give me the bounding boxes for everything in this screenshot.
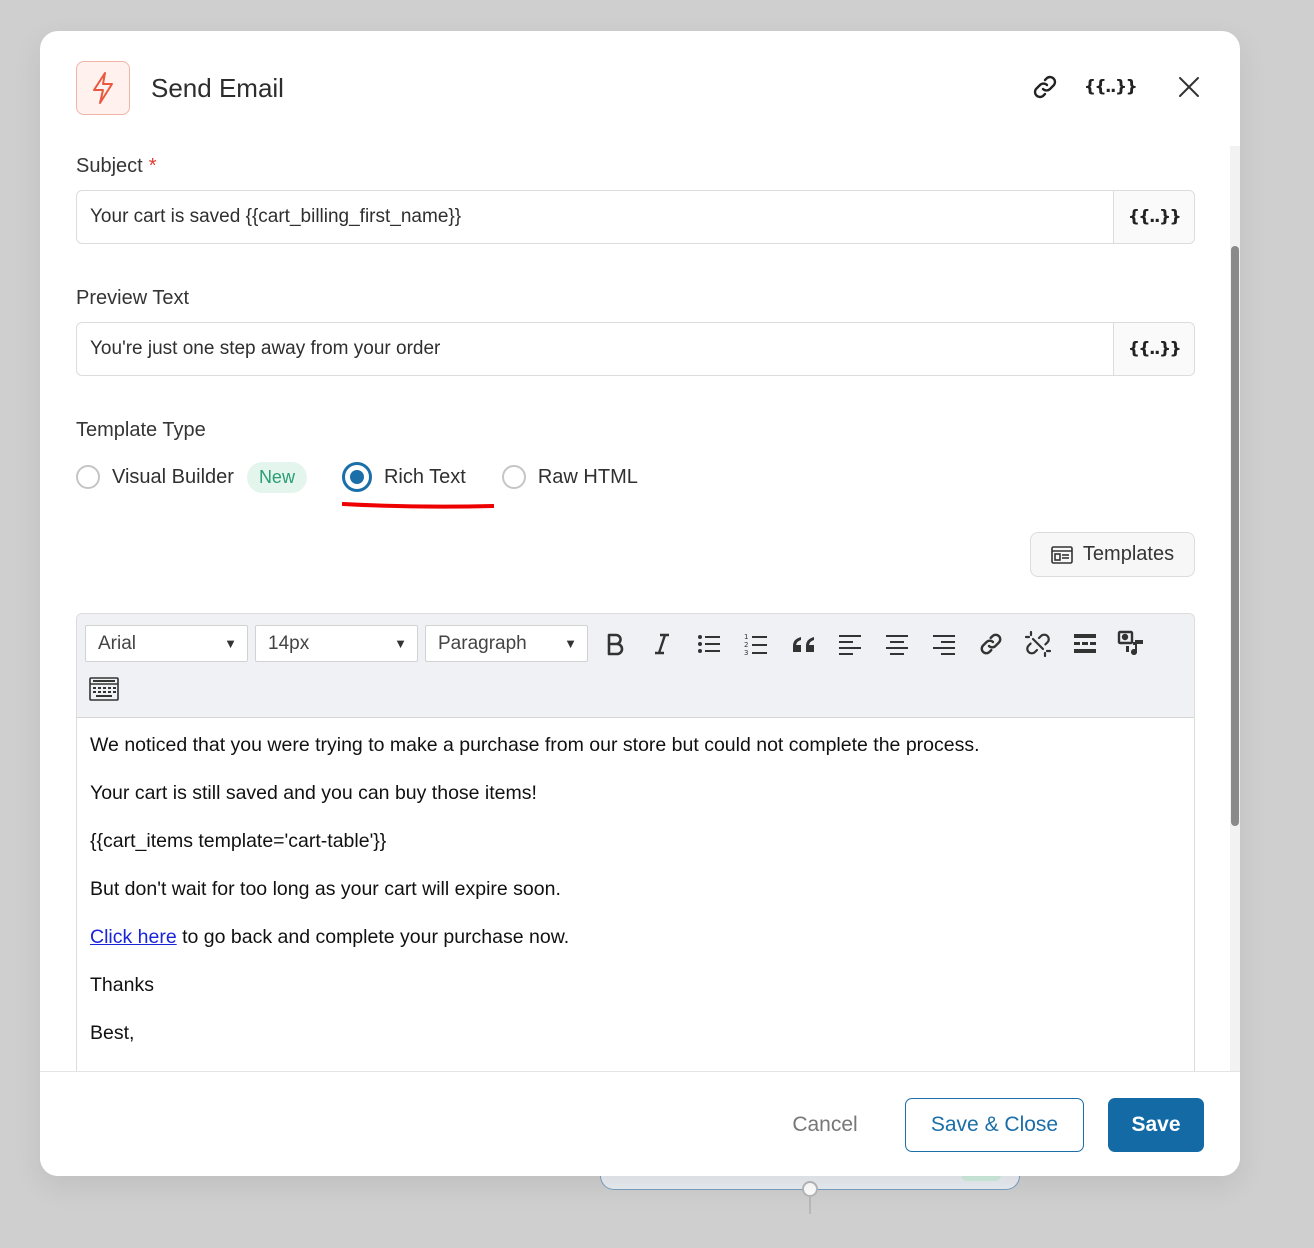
keyboard-icon xyxy=(89,677,119,701)
body-line: Thanks xyxy=(90,974,154,996)
save-and-close-button[interactable]: Save & Close xyxy=(905,1098,1084,1152)
merge-tags-icon[interactable]: {{..}} xyxy=(1084,69,1138,105)
caret-down-icon: ▼ xyxy=(394,636,407,651)
caret-down-icon: ▼ xyxy=(564,636,577,651)
raw-html-label[interactable]: Raw HTML xyxy=(538,466,638,489)
required-marker: * xyxy=(148,155,157,177)
click-here-link[interactable]: Click here xyxy=(90,926,177,948)
source-code-button[interactable] xyxy=(85,670,123,708)
link-icon[interactable] xyxy=(1027,69,1063,105)
blockquote-button[interactable] xyxy=(784,625,822,663)
send-email-modal: Send Email {{..}} Subject * Your cart is … xyxy=(40,31,1240,1176)
templates-button-label: Templates xyxy=(1082,543,1175,565)
font-family-select[interactable]: Arial ▼ xyxy=(85,625,248,662)
subject-label: Subject * xyxy=(76,155,157,178)
bullet-list-button[interactable] xyxy=(690,625,728,663)
media-icon xyxy=(1117,630,1143,655)
template-type-radio-group: Visual Builder New Rich Text Raw HTML xyxy=(76,459,638,495)
modal-footer: Cancel Save & Close Save xyxy=(40,1071,1240,1176)
editor-toolbar: Arial ▼ 14px ▼ Paragraph ▼ 123 xyxy=(77,614,1194,718)
align-right-icon xyxy=(933,635,955,655)
rich-text-radio[interactable] xyxy=(341,462,372,492)
close-icon[interactable] xyxy=(1171,69,1207,105)
link-trailing-text: to go back and complete your purchase no… xyxy=(176,926,570,948)
italic-icon xyxy=(655,633,669,655)
radio-selected-dot xyxy=(349,470,364,484)
raw-html-radio[interactable] xyxy=(501,465,526,489)
body-line: We noticed that you were trying to make … xyxy=(90,734,980,756)
subject-merge-tag-button[interactable]: {{..}} xyxy=(1114,191,1194,243)
font-family-value: Arial xyxy=(98,632,137,654)
rich-text-editor: Arial ▼ 14px ▼ Paragraph ▼ 123 We notice… xyxy=(76,613,1195,1083)
svg-text:1: 1 xyxy=(744,633,748,641)
quote-icon xyxy=(793,637,814,652)
align-left-button[interactable] xyxy=(831,625,869,663)
preview-text-field: You're just one step away from your orde… xyxy=(76,322,1195,376)
align-center-icon xyxy=(886,635,908,655)
cancel-button[interactable]: Cancel xyxy=(770,1102,880,1148)
font-size-select[interactable]: 14px ▼ xyxy=(255,625,418,662)
align-left-icon xyxy=(839,635,861,655)
bullet-list-icon xyxy=(698,635,720,653)
bold-button[interactable] xyxy=(596,625,634,663)
modal-header: Send Email {{..}} xyxy=(40,31,1240,146)
body-line-with-link: Click here to go back and complete your … xyxy=(90,914,1180,962)
font-size-value: 14px xyxy=(268,632,310,654)
scrollbar-thumb[interactable] xyxy=(1231,246,1239,826)
merge-tags-icon: {{..}} xyxy=(1127,339,1182,359)
visual-builder-label[interactable]: Visual Builder xyxy=(112,466,234,489)
body-line: Your cart is still saved and you can buy… xyxy=(90,782,537,804)
preview-text-input[interactable]: You're just one step away from your orde… xyxy=(77,323,1114,375)
templates-icon xyxy=(1051,545,1073,564)
preview-merge-tag-button[interactable]: {{..}} xyxy=(1114,323,1194,375)
align-center-button[interactable] xyxy=(878,625,916,663)
subject-field: Your cart is saved {{cart_billing_first_… xyxy=(76,190,1195,244)
horizontal-rule-icon xyxy=(1074,634,1096,653)
merge-tags-icon: {{..}} xyxy=(1127,207,1182,227)
link-icon xyxy=(980,633,1002,655)
save-button[interactable]: Save xyxy=(1108,1098,1204,1152)
background-connector-line xyxy=(809,1196,811,1214)
insert-media-button[interactable] xyxy=(1113,625,1151,663)
numbered-list-icon: 123 xyxy=(744,633,767,656)
svg-text:3: 3 xyxy=(744,649,748,656)
body-line: But don't wait for too long as your cart… xyxy=(90,878,561,900)
unlink-icon xyxy=(1025,631,1051,657)
rich-text-label[interactable]: Rich Text xyxy=(384,466,466,489)
italic-button[interactable] xyxy=(643,625,681,663)
bold-icon xyxy=(607,633,624,656)
preview-text-label: Preview Text xyxy=(76,287,190,309)
editor-content[interactable]: We noticed that you were trying to make … xyxy=(90,722,1180,1058)
background-connector-dot xyxy=(802,1181,818,1197)
caret-down-icon: ▼ xyxy=(224,636,237,651)
block-format-value: Paragraph xyxy=(438,632,527,654)
body-line: Best, xyxy=(90,1022,135,1044)
modal-title: Send Email xyxy=(151,73,284,103)
red-underline-annotation xyxy=(342,502,494,509)
body-line: {{cart_items template='cart-table'}} xyxy=(90,830,387,852)
remove-link-button[interactable] xyxy=(1019,625,1057,663)
align-right-button[interactable] xyxy=(925,625,963,663)
bolt-icon xyxy=(76,61,130,115)
templates-button[interactable]: Templates xyxy=(1030,532,1195,577)
svg-text:2: 2 xyxy=(744,641,748,649)
subject-label-text: Subject xyxy=(76,155,143,177)
visual-builder-radio[interactable] xyxy=(76,465,100,489)
subject-input[interactable]: Your cart is saved {{cart_billing_first_… xyxy=(77,191,1114,243)
new-badge: New xyxy=(246,461,307,493)
horizontal-rule-button[interactable] xyxy=(1066,625,1104,663)
insert-link-button[interactable] xyxy=(972,625,1010,663)
block-format-select[interactable]: Paragraph ▼ xyxy=(425,625,588,662)
template-type-label: Template Type xyxy=(76,419,206,441)
numbered-list-button[interactable]: 123 xyxy=(737,625,775,663)
